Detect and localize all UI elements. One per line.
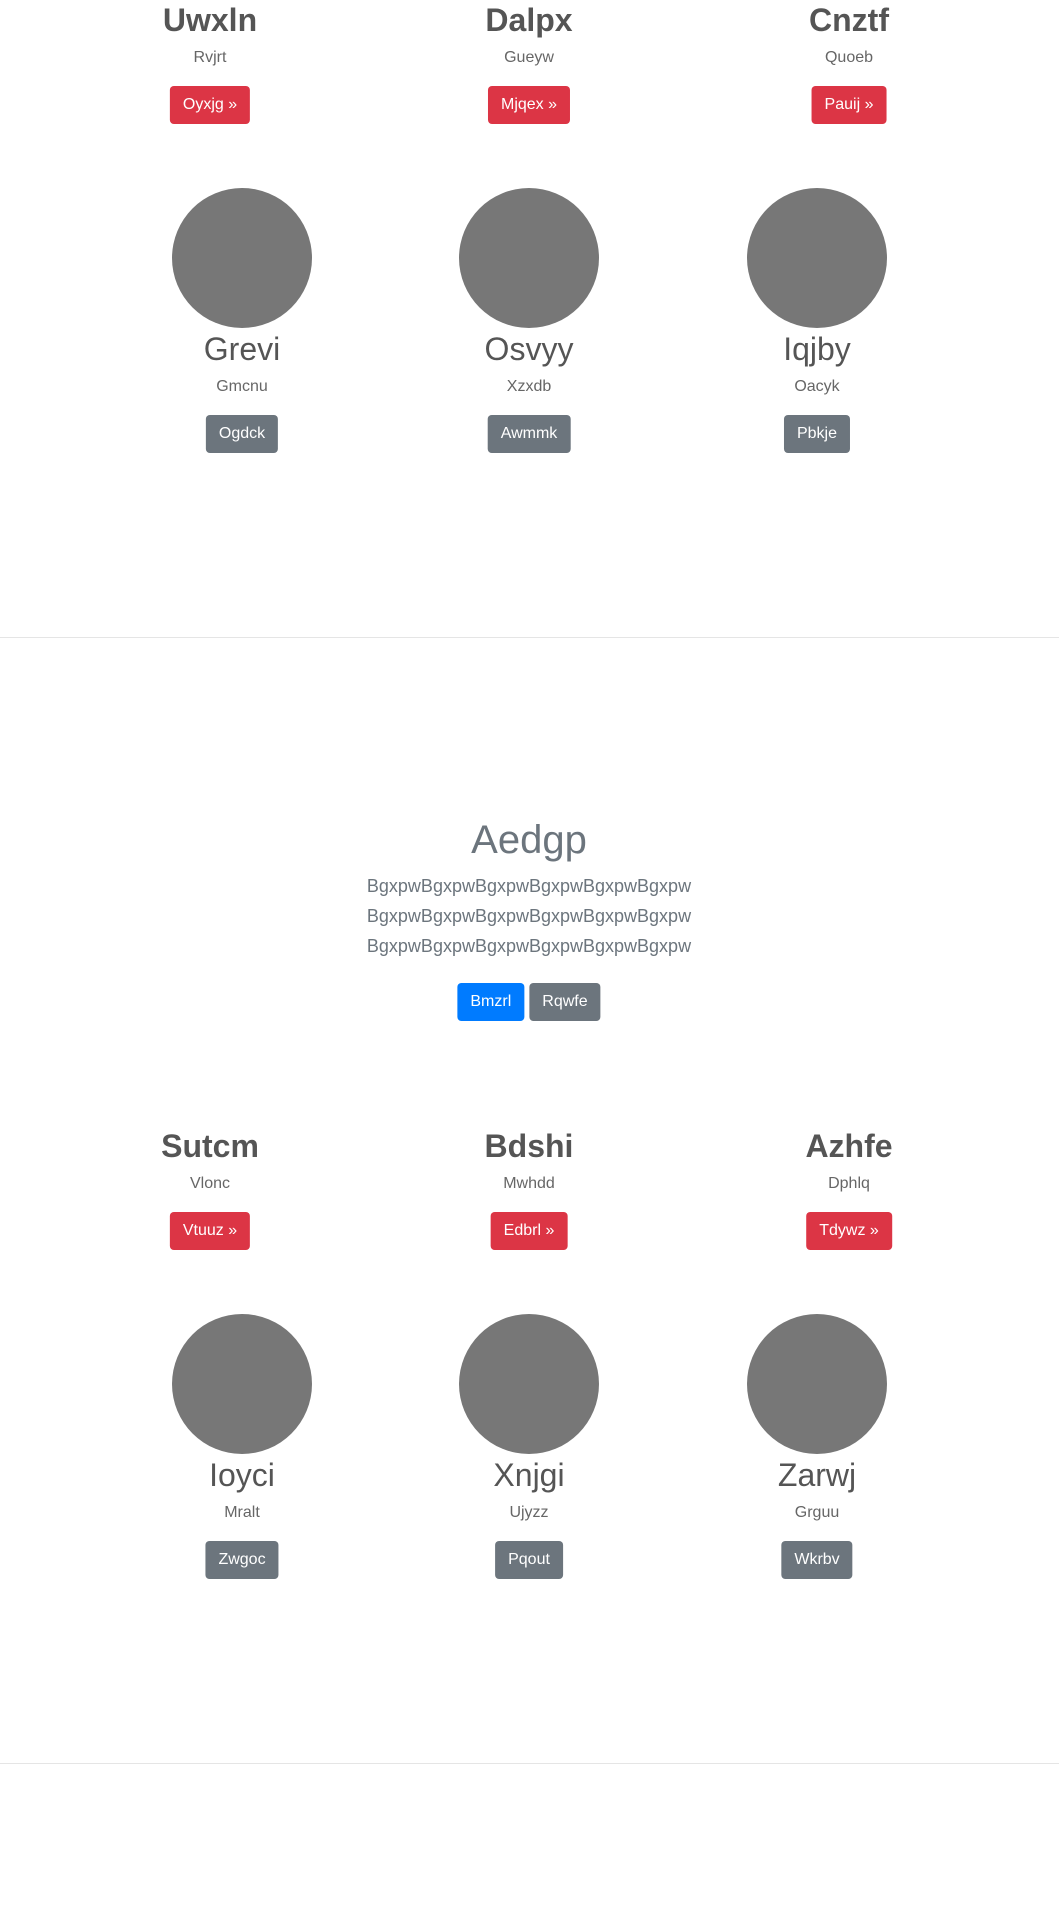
hero-primary-button[interactable]: Bmzrl [457,983,525,1021]
feature-button[interactable]: Mjqex » [487,86,571,124]
person-subtitle: Oacyk [794,378,840,395]
person-name: Iqjby [783,331,851,367]
person-button[interactable]: Pqout [495,1541,563,1579]
page: Uwxln Rvjrt Oyxjg » Dalpx Gueyw Mjqex » … [0,0,1059,1920]
feature-button[interactable]: Edbrl » [490,1212,568,1250]
feature-heading: Dalpx [485,2,573,38]
feature-subtitle: Dphlq [828,1175,870,1192]
feature-button[interactable]: Vtuuz » [169,1212,251,1250]
person-name: Zarwj [777,1457,857,1493]
avatar [747,1314,887,1454]
hero-secondary-button[interactable]: Rqwfe [529,983,601,1021]
hero-text: BgxpwBgxpwBgxpwBgxpwBgxpwBgxpw BgxpwBgxp… [366,876,692,956]
feature-subtitle: Quoeb [824,49,874,66]
feature-subtitle: Gueyw [504,49,554,66]
person-subtitle: Grguu [794,1504,840,1521]
person-button[interactable]: Ogdck [205,415,279,453]
avatar [459,1314,599,1454]
avatar [172,1314,312,1454]
hero-title: Aedgp [471,818,587,862]
feature-button[interactable]: Pauij » [811,86,887,124]
feature-heading: Azhfe [805,1128,893,1164]
person-subtitle: Ujyzz [509,1504,549,1521]
section-divider [0,1763,1059,1764]
feature-button[interactable]: Oyxjg » [169,86,251,124]
feature-heading: Bdshi [484,1128,574,1164]
avatar [459,188,599,328]
person-name: Osvyy [484,331,574,367]
avatar [172,188,312,328]
person-button[interactable]: Zwgoc [205,1541,279,1579]
person-button[interactable]: Pbkje [783,415,851,453]
person-button[interactable]: Awmmk [487,415,571,453]
feature-heading: Uwxln [162,2,258,38]
person-subtitle: Gmcnu [216,378,268,395]
section-divider [0,637,1059,638]
person-subtitle: Xzxdb [506,378,552,395]
avatar [747,188,887,328]
feature-button[interactable]: Tdywz » [806,1212,892,1250]
person-button[interactable]: Wkrbv [781,1541,853,1579]
hero-buttons: Bmzrl Rqwfe [457,983,601,1021]
person-subtitle: Mralt [224,1504,260,1521]
person-name: Xnjgi [493,1457,565,1493]
feature-subtitle: Vlonc [189,1175,231,1192]
feature-subtitle: Mwhdd [503,1175,555,1192]
person-name: Ioyci [209,1457,275,1493]
feature-subtitle: Rvjrt [193,49,227,66]
person-name: Grevi [203,331,281,367]
feature-heading: Cnztf [809,2,889,38]
feature-heading: Sutcm [161,1128,259,1164]
